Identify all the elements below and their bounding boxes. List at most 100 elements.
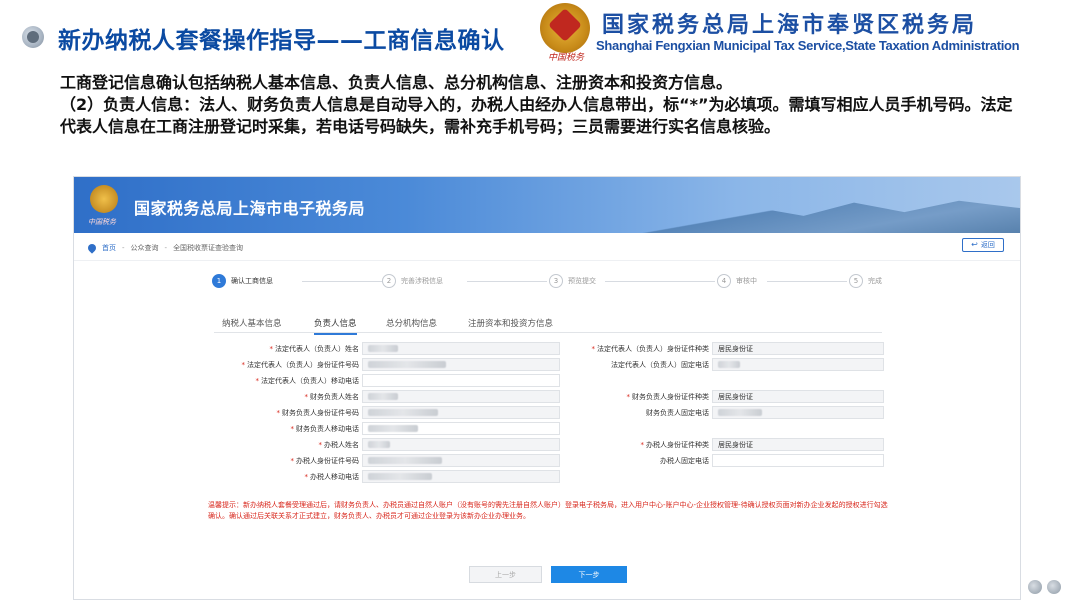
pager-dot-icon[interactable] xyxy=(1047,580,1061,594)
legal-rep-id-type-select[interactable]: 居民身份证 xyxy=(712,342,884,355)
slide-header: 新办纳税人套餐操作指导——工商信息确认 中国税务 国家税务总局上海市奉贤区税务局… xyxy=(0,0,1080,66)
field-label: 财务负责人身份证件号码 xyxy=(282,408,359,417)
field-label: 办税人姓名 xyxy=(324,440,359,449)
tab-responsible-person[interactable]: 负责人信息 xyxy=(314,317,357,335)
tax-agent-mobile-input[interactable] xyxy=(362,470,560,483)
agency-name-en: Shanghai Fengxian Municipal Tax Service,… xyxy=(596,38,1020,53)
breadcrumb-home[interactable]: 首页 xyxy=(102,243,116,253)
responsible-person-form: * 法定代表人（负责人）姓名 * 法定代表人（负责人）身份证件号码 * 法定代表人（负… xyxy=(74,335,1020,483)
field-finance-mobile: * 财务负责人移动电话 xyxy=(290,424,360,433)
field-finance-name: * 财务负责人姓名 xyxy=(304,392,360,401)
next-step-button[interactable]: 下一步 xyxy=(551,566,627,583)
field-label: 财务负责人姓名 xyxy=(310,392,359,401)
tax-agent-id-input[interactable] xyxy=(362,454,560,467)
step-5: 5 完成 xyxy=(849,274,882,288)
slide-pager xyxy=(1028,580,1061,594)
step-label: 审核中 xyxy=(736,277,757,285)
back-button-label: 返回 xyxy=(980,241,995,249)
finance-mobile-input[interactable] xyxy=(362,422,560,435)
field-tax-agent-mobile: * 办税人移动电话 xyxy=(304,472,360,481)
prev-step-button[interactable]: 上一步 xyxy=(469,566,542,583)
step-number: 5 xyxy=(849,274,863,288)
field-label: 办税人身份证件号码 xyxy=(296,456,359,465)
step-connector xyxy=(767,281,847,282)
divider xyxy=(74,260,1020,261)
field-label: 办税人固定电话 xyxy=(660,456,709,465)
field-finance-landline: 财务负责人固定电话 xyxy=(564,405,709,420)
back-button[interactable]: ↩ 返回 xyxy=(962,238,1004,252)
legal-rep-mobile-input[interactable] xyxy=(362,374,560,387)
tax-agent-name-input[interactable] xyxy=(362,438,560,451)
field-label: 办税人移动电话 xyxy=(310,472,359,481)
field-legal-rep-id-type: * 法定代表人（负责人）身份证件种类 xyxy=(591,344,710,353)
step-connector xyxy=(605,281,715,282)
step-2: 2 完善涉税信息 xyxy=(382,274,443,288)
field-legal-rep-mobile: * 法定代表人（负责人）移动电话 xyxy=(255,376,360,385)
portal-emblem-icon xyxy=(90,185,118,213)
legal-rep-landline-input[interactable] xyxy=(712,358,884,371)
finance-landline-input[interactable] xyxy=(712,406,884,419)
step-label: 完善涉税信息 xyxy=(401,277,443,285)
field-label: 财务负责人固定电话 xyxy=(646,408,709,417)
portal-emblem-signature-icon: 中国税务 xyxy=(88,218,116,226)
step-connector xyxy=(302,281,382,282)
finance-id-input[interactable] xyxy=(362,406,560,419)
finance-id-type-select[interactable]: 居民身份证 xyxy=(712,390,884,403)
field-label: 财务负责人移动电话 xyxy=(296,424,359,433)
field-legal-rep-landline: 法定代表人（负责人）固定电话 xyxy=(564,357,709,372)
step-1: 1 确认工商信息 xyxy=(212,274,273,288)
step-label: 确认工商信息 xyxy=(231,277,273,285)
field-finance-id: * 财务负责人身份证件号码 xyxy=(276,408,360,417)
bullet-circle-icon xyxy=(22,26,44,48)
description-line-1: 工商登记信息确认包括纳税人基本信息、负责人信息、总分机构信息、注册资本和投资方信… xyxy=(60,73,733,92)
portal-screenshot: 中国税务 国家税务总局上海市电子税务局 首页 - 公众查询 - 全国税收票证查验… xyxy=(73,176,1021,600)
field-tax-agent-id: * 办税人身份证件号码 xyxy=(290,456,360,465)
breadcrumb-separator: - xyxy=(122,244,125,252)
field-legal-rep-id: * 法定代表人（负责人）身份证件号码 xyxy=(241,360,360,369)
field-label: 法定代表人（负责人）移动电话 xyxy=(261,376,359,385)
step-number: 2 xyxy=(382,274,396,288)
field-tax-agent-id-type: * 办税人身份证件种类 xyxy=(640,440,710,449)
step-indicator: 1 确认工商信息 2 完善涉税信息 3 预览提交 4 审核中 5 完成 xyxy=(212,274,892,290)
field-finance-id-type: * 财务负责人身份证件种类 xyxy=(626,392,710,401)
breadcrumb-separator: - xyxy=(164,244,168,252)
step-label: 完成 xyxy=(868,277,882,285)
breadcrumb: 首页 - 公众查询 - 全国税收票证查验查询 xyxy=(86,241,244,255)
step-label: 预览提交 xyxy=(568,277,596,285)
field-tax-agent-landline: 办税人固定电话 xyxy=(564,453,709,468)
tax-agent-landline-input[interactable] xyxy=(712,454,884,467)
tax-agent-id-type-select[interactable]: 居民身份证 xyxy=(712,438,884,451)
warm-tip: 温馨提示：新办纳税人套餐受理通过后，请财务负责人、办税员通过自然人账户（没有账号… xyxy=(208,501,888,520)
emblem-signature-icon: 中国税务 xyxy=(548,53,585,63)
step-number: 1 xyxy=(212,274,226,288)
finance-name-input[interactable] xyxy=(362,390,560,403)
back-arrow-icon: ↩ xyxy=(971,240,978,249)
tab-capital-investor[interactable]: 注册资本和投资方信息 xyxy=(468,317,553,333)
step-connector xyxy=(467,281,547,282)
legal-rep-id-input[interactable] xyxy=(362,358,560,371)
field-label: 财务负责人身份证件种类 xyxy=(632,392,709,401)
slide-title: 新办纳税人套餐操作指导——工商信息确认 xyxy=(58,28,505,54)
description-line-2: （2）负责人信息：法人、财务负责人信息是自动导入的，办税人由经办人信息带出，标“… xyxy=(60,95,1013,136)
field-label: 法定代表人（负责人）身份证件号码 xyxy=(247,360,359,369)
step-4: 4 审核中 xyxy=(717,274,757,288)
portal-banner: 中国税务 国家税务总局上海市电子税务局 xyxy=(74,177,1020,233)
agency-name-cn: 国家税务总局上海市奉贤区税务局 xyxy=(602,13,978,38)
pager-dot-icon[interactable] xyxy=(1028,580,1042,594)
location-pin-icon xyxy=(86,242,98,254)
portal-title: 国家税务总局上海市电子税务局 xyxy=(134,199,366,218)
tab-basic-info[interactable]: 纳税人基本信息 xyxy=(222,317,282,333)
tax-emblem-icon xyxy=(540,3,590,53)
step-number: 3 xyxy=(549,274,563,288)
breadcrumb-current: 全国税收票证查验查询 xyxy=(173,244,244,252)
step-number: 4 xyxy=(717,274,731,288)
breadcrumb-public-query[interactable]: 公众查询 xyxy=(131,243,159,253)
legal-rep-name-input[interactable] xyxy=(362,342,560,355)
tab-branch-info[interactable]: 总分机构信息 xyxy=(386,317,437,333)
field-label: 法定代表人（负责人）姓名 xyxy=(275,344,359,353)
field-label: 法定代表人（负责人）身份证件种类 xyxy=(597,344,709,353)
slide-description: 工商登记信息确认包括纳税人基本信息、负责人信息、总分机构信息、注册资本和投资方信… xyxy=(60,72,1020,138)
info-tabs: 纳税人基本信息 负责人信息 总分机构信息 注册资本和投资方信息 xyxy=(214,315,882,335)
step-3: 3 预览提交 xyxy=(549,274,596,288)
field-legal-rep-name: * 法定代表人（负责人）姓名 xyxy=(269,344,360,353)
